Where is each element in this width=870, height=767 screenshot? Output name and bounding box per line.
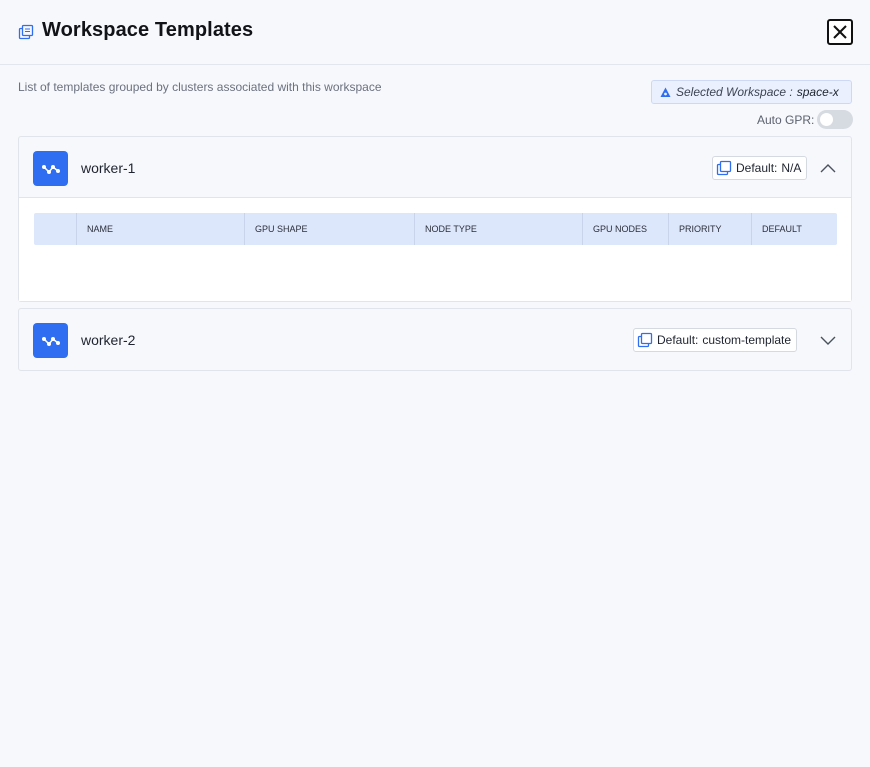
default-label: Default: — [657, 333, 699, 347]
cluster-card-worker-1: worker-1 Default: N/A NAME GPU SHAPE NOD… — [18, 136, 852, 302]
page-title: Workspace Templates — [42, 19, 254, 41]
template-table: NAME GPU SHAPE NODE TYPE GPU NODES PRIOR… — [19, 198, 851, 301]
column-header-select — [34, 213, 76, 245]
default-label: Default: — [736, 161, 778, 175]
selected-workspace-badge: Selected Workspace : space-x — [651, 80, 852, 104]
auto-gpr-toggle[interactable] — [817, 110, 853, 129]
column-header-gpu-nodes: GPU NODES — [582, 213, 668, 245]
cluster-icon — [33, 151, 68, 186]
templates-icon — [18, 24, 34, 40]
chevron-up-icon[interactable] — [819, 161, 837, 175]
cluster-name: worker-1 — [81, 160, 136, 176]
cluster-header[interactable]: worker-1 Default: N/A — [19, 137, 851, 198]
close-icon — [833, 25, 847, 39]
workspace-icon — [660, 87, 671, 97]
auto-gpr-label: Auto GPR: — [757, 113, 815, 127]
default-value: N/A — [781, 161, 802, 175]
templates-icon — [637, 332, 653, 348]
cluster-card-worker-2: worker-2 Default: custom-template — [18, 308, 852, 371]
table-header: NAME GPU SHAPE NODE TYPE GPU NODES PRIOR… — [34, 213, 837, 245]
templates-icon — [716, 160, 732, 176]
modal-header: Workspace Templates — [0, 0, 870, 65]
column-header-name: NAME — [76, 213, 244, 245]
default-template-badge: Default: custom-template — [633, 328, 798, 352]
chevron-down-icon[interactable] — [819, 333, 837, 347]
default-template-badge: Default: N/A — [712, 156, 808, 180]
cluster-icon — [33, 323, 68, 358]
workspace-name: space-x — [796, 85, 839, 99]
column-header-node-type: NODE TYPE — [414, 213, 582, 245]
column-header-default: DEFAULT — [751, 213, 837, 245]
column-header-gpu-shape: GPU SHAPE — [244, 213, 414, 245]
page-description: List of templates grouped by clusters as… — [18, 80, 382, 94]
toggle-knob — [820, 113, 833, 126]
workspace-label: Selected Workspace : — [676, 85, 793, 99]
cluster-name: worker-2 — [81, 332, 136, 348]
cluster-header[interactable]: worker-2 Default: custom-template — [19, 309, 851, 370]
default-value: custom-template — [702, 333, 792, 347]
close-button[interactable] — [827, 19, 853, 45]
column-header-priority: PRIORITY — [668, 213, 751, 245]
